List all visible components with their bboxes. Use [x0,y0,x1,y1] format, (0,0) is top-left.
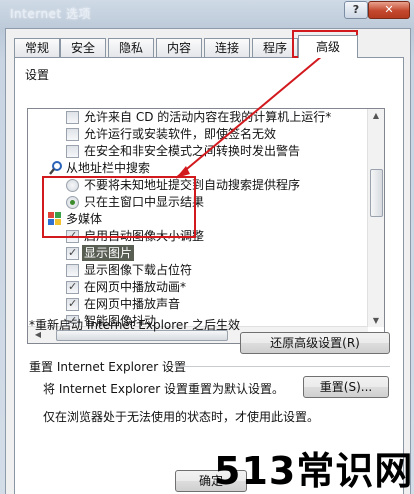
list-item-label: 允许来自 CD 的活动内容在我的计算机上运行* [84,110,332,124]
window-title: Internet 选项 [10,7,91,21]
checkbox[interactable] [66,296,79,312]
close-button[interactable]: ✕ [368,1,410,19]
list-item-label: 显示图像下载占位符 [84,263,193,277]
list-item-label: 在网页中播放动画* [84,280,187,294]
advanced-panel: 设置 允许来自 CD 的活动内容在我的计算机上运行* 允许运行或安装软件，即使签… [14,57,404,494]
list-item-label: 允许运行或安装软件，即使签名无效 [84,127,277,141]
tab-content[interactable]: 内容 [156,38,202,57]
restart-note: *重新启动 Internet Explorer 之后生效 [29,318,241,332]
tab-connections[interactable]: 连接 [204,38,250,57]
scroll-up-icon[interactable]: ▲ [368,111,384,120]
list-group-label: 从地址栏中搜索 [66,161,151,175]
annotation-multimedia-highlight [42,176,196,238]
reset-description: 将 Internet Explorer 设置重置为默认设置。 [43,382,285,396]
dialog-client: 常规 安全 隐私 内容 连接 程序 高级 设置 允许来自 CD 的活动内容在我的… [5,28,411,494]
vertical-scrollbar[interactable]: ▲ ▼ [367,109,384,327]
tab-advanced[interactable]: 高级 [298,35,358,58]
scroll-thumb[interactable] [370,169,383,217]
settings-label: 设置 [25,68,50,82]
checkbox[interactable] [66,279,79,295]
tab-security[interactable]: 安全 [60,38,106,57]
internet-options-window: Internet 选项 ? ✕ 常规 安全 隐私 内容 连接 程序 高级 设置 … [0,0,414,494]
reset-section-title: 重置 Internet Explorer 设置 [29,360,187,374]
scroll-down-icon[interactable]: ▼ [368,316,384,325]
checkbox[interactable] [66,245,79,261]
help-button[interactable]: ? [344,1,368,19]
search-icon [48,160,64,176]
tab-privacy[interactable]: 隐私 [108,38,154,57]
tab-general[interactable]: 常规 [14,38,60,57]
reset-button[interactable]: 重置(S)... [303,376,389,398]
list-item-label: 在网页中播放声音 [84,297,181,311]
checkbox[interactable] [66,264,79,277]
checkbox[interactable] [66,128,79,141]
title-bar: Internet 选项 ? ✕ [0,0,414,26]
reset-note: 仅在浏览器处于无法使用的状态时，才使用此设置。 [43,410,320,424]
checkbox[interactable] [66,145,79,158]
list-item-label: 在安全和非安全模式之间转换时发出警告 [84,144,301,158]
section-divider [175,366,390,367]
restore-advanced-button[interactable]: 还原高级设置(R) [240,332,390,354]
watermark: 513常识网 [214,449,414,493]
checkbox[interactable] [66,111,79,124]
list-item-label: 显示图片 [82,245,135,261]
